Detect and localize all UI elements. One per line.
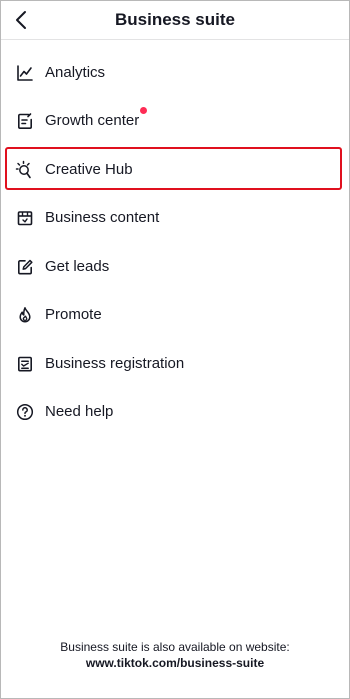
menu-item-business-content[interactable]: Business content [5, 196, 343, 240]
menu-item-label: Business registration [45, 355, 185, 372]
menu-item-label: Analytics [45, 64, 106, 81]
registration-icon [15, 354, 35, 374]
chart-line-icon [15, 63, 35, 83]
header-bar: Business suite [1, 1, 349, 40]
notification-dot [140, 107, 148, 114]
notepad-icon [15, 111, 35, 131]
store-icon [15, 208, 35, 228]
menu-item-need-help[interactable]: Need help [5, 390, 343, 434]
footer-url-link[interactable]: www.tiktok.com/business-suite [1, 655, 349, 671]
edit-icon [15, 257, 35, 277]
menu-item-analytics[interactable]: Analytics [5, 51, 343, 95]
menu-item-label: Get leads [45, 258, 110, 275]
page-title: Business suite [115, 10, 235, 29]
menu-item-label: Promote [45, 306, 102, 323]
help-circle-icon [15, 402, 35, 422]
lightbulb-icon [15, 160, 35, 180]
menu-item-label: Business content [45, 209, 160, 226]
flame-icon [15, 305, 35, 325]
menu-item-business-registration[interactable]: Business registration [5, 342, 343, 386]
menu-item-label-text: Growth center [45, 112, 140, 129]
footer-text: Business suite is also available on webs… [60, 640, 290, 654]
menu-item-label: Need help [45, 403, 114, 420]
menu-item-creative-hub[interactable]: Creative Hub [5, 148, 343, 192]
screen-frame: Business suite Analytics Growth center C… [0, 0, 350, 699]
menu-item-get-leads[interactable]: Get leads [5, 245, 343, 289]
menu-item-label: Growth center [45, 107, 148, 130]
menu-item-label: Creative Hub [45, 161, 133, 178]
menu-item-promote[interactable]: Promote [5, 293, 343, 337]
footer-note: Business suite is also available on webs… [1, 639, 349, 671]
menu-item-growth-center[interactable]: Growth center [5, 99, 343, 143]
